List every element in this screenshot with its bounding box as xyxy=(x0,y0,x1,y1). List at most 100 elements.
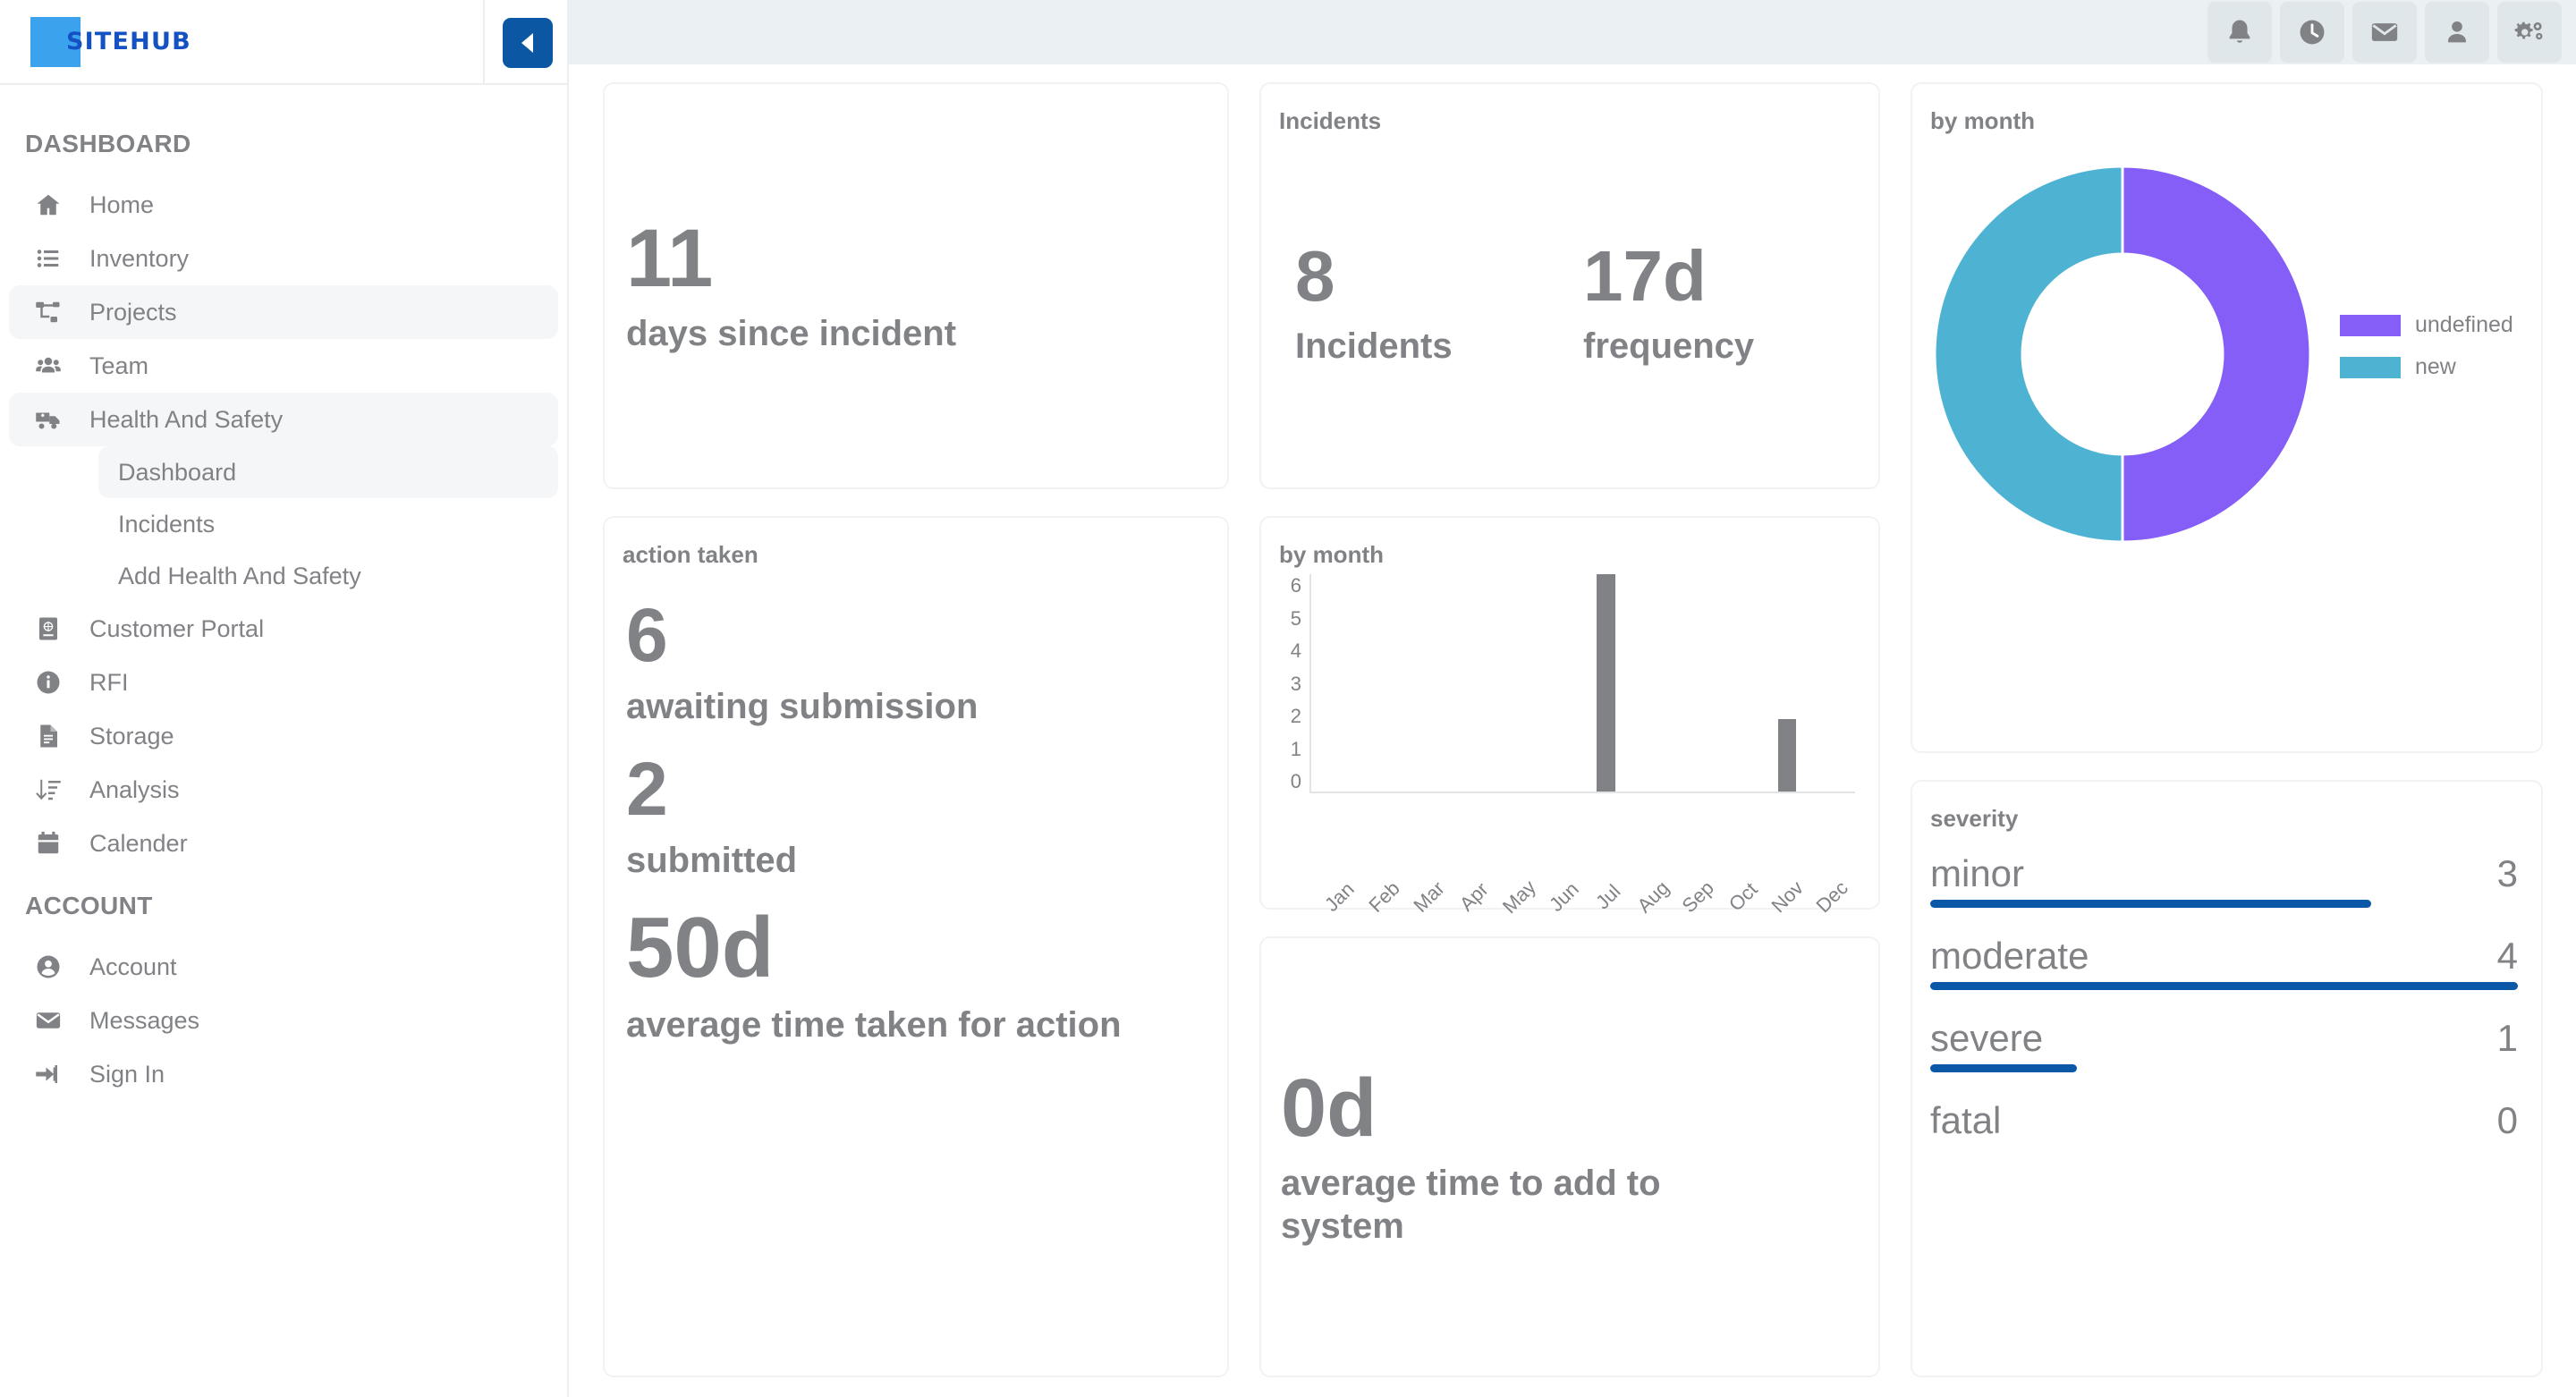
list-icon xyxy=(30,241,66,276)
severity-bar-track xyxy=(1930,900,2518,908)
severity-count: 1 xyxy=(2496,1017,2518,1059)
sidebar-subitem-label: Dashboard xyxy=(118,458,237,486)
bar-chart-bar[interactable] xyxy=(1777,719,1797,792)
bar-chart-y-tick: 3 xyxy=(1290,672,1301,695)
sidebar-item-rfi[interactable]: RFI xyxy=(9,656,558,709)
severity-label: severe xyxy=(1930,1017,2044,1059)
bar-chart-x-tick: Apr xyxy=(1454,877,1493,916)
sidebar-header-divider xyxy=(483,0,485,83)
calendar-icon xyxy=(30,826,66,861)
project-tree-icon xyxy=(30,294,66,330)
people-icon xyxy=(30,348,66,384)
incidents-frequency-label: frequency xyxy=(1583,326,1755,366)
sidebar-header: SITEHUB xyxy=(0,0,567,85)
avg-action-time-value: 50d xyxy=(626,900,775,995)
bar-chart-y-axis: 6 5 4 3 2 1 0 xyxy=(1279,574,1309,793)
sidebar-item-label: Health And Safety xyxy=(89,405,284,433)
sidebar-item-health-and-safety[interactable]: Health And Safety xyxy=(9,393,558,446)
info-icon xyxy=(30,665,66,700)
nav-section-title-dashboard: DASHBOARD xyxy=(25,130,191,157)
severity-bar-track xyxy=(1930,982,2518,990)
bar-chart-y-tick: 5 xyxy=(1290,606,1301,630)
sidebar-item-label: Messages xyxy=(89,1006,200,1034)
bar-chart-bar[interactable] xyxy=(1597,574,1615,792)
sidebar-item-label: Projects xyxy=(89,298,177,326)
sidebar-subitem-add-health-and-safety[interactable]: Add Health And Safety xyxy=(98,550,558,602)
donut-segment[interactable] xyxy=(2121,165,2312,544)
bar-chart-bar-slot xyxy=(1674,574,1719,792)
days-since-incident-value: 11 xyxy=(626,212,714,304)
bar-chart-y-tick: 6 xyxy=(1290,574,1301,597)
sidebar-subitem-dashboard[interactable]: Dashboard xyxy=(98,446,558,498)
sidebar-item-account[interactable]: Account xyxy=(9,940,558,994)
sidebar-item-label: Home xyxy=(89,190,155,218)
donut-chart-legend: undefined new xyxy=(2340,312,2513,396)
awaiting-submission-value: 6 xyxy=(626,593,668,677)
incidents-by-month-bar-chart-card: by month 6 5 4 3 2 1 0 Jan Feb Mar Apr May Jun Jul Au… xyxy=(1259,516,1880,918)
submitted-value: 2 xyxy=(626,747,668,831)
awaiting-submission-block: 6 awaiting submission xyxy=(626,597,1204,728)
messages-button[interactable] xyxy=(2352,2,2417,63)
days-since-incident-card: 11 days since incident xyxy=(603,82,1229,489)
sign-in-icon xyxy=(30,1056,66,1092)
sidebar-item-storage[interactable]: Storage xyxy=(9,709,558,763)
notifications-button[interactable] xyxy=(2207,2,2272,63)
sidebar-item-inventory[interactable]: Inventory xyxy=(9,232,558,285)
donut-legend-item[interactable]: new xyxy=(2340,354,2513,380)
sidebar-item-customer-portal[interactable]: Customer Portal xyxy=(9,602,558,656)
submitted-label: submitted xyxy=(626,841,798,880)
dashboard-column-2: Incidents 8 Incidents 17d frequency by m… xyxy=(1259,82,1880,1377)
sort-analysis-icon xyxy=(30,772,66,808)
sidebar-item-messages[interactable]: Messages xyxy=(9,994,558,1047)
legend-swatch xyxy=(2340,356,2401,378)
severity-row: moderate 4 xyxy=(1930,935,2518,990)
severity-row: severe 1 xyxy=(1930,1017,2518,1072)
history-button[interactable] xyxy=(2280,2,2344,63)
collapse-sidebar-button[interactable] xyxy=(503,18,553,68)
incidents-count-value: 8 xyxy=(1295,236,1335,316)
severity-label: minor xyxy=(1930,852,2025,894)
incidents-count-block: 8 Incidents xyxy=(1279,241,1567,368)
action-taken-card: action taken 6 awaiting submission 2 sub… xyxy=(603,516,1229,1377)
settings-button[interactable] xyxy=(2497,2,2562,63)
profile-button[interactable] xyxy=(2425,2,2489,63)
severity-row: fatal 0 xyxy=(1930,1099,2518,1155)
severity-count: 3 xyxy=(2496,852,2518,894)
donut-legend-item[interactable]: undefined xyxy=(2340,312,2513,338)
bar-chart-x-tick: Oct xyxy=(1724,877,1762,916)
chevron-left-icon xyxy=(521,33,533,53)
sidebar-item-label: Sign In xyxy=(89,1060,165,1088)
sidebar-subitem-label: Add Health And Safety xyxy=(118,562,361,589)
donut-chart-title: by month xyxy=(1930,107,2035,134)
app-root: SITEHUB DASHBOARD Home Inventory Project… xyxy=(0,0,2576,1397)
sidebar-item-analysis[interactable]: Analysis xyxy=(9,763,558,817)
sidebar-item-team[interactable]: Team xyxy=(9,339,558,393)
sidebar-item-calender[interactable]: Calender xyxy=(9,817,558,870)
sidebar-item-sign-in[interactable]: Sign In xyxy=(9,1047,558,1101)
bar-chart-plot-area xyxy=(1309,574,1855,793)
severity-bar-track xyxy=(1930,1064,2518,1072)
sidebar-nav: DASHBOARD Home Inventory Projects Team H… xyxy=(0,85,567,1101)
bar-chart-bar-slot xyxy=(1311,574,1357,792)
bar-chart-title: by month xyxy=(1279,541,1384,568)
sidebar-item-label: Storage xyxy=(89,722,174,749)
severity-count: 0 xyxy=(2496,1099,2518,1141)
legend-swatch xyxy=(2340,314,2401,336)
sidebar-item-home[interactable]: Home xyxy=(9,178,558,232)
sidebar-item-label: Analysis xyxy=(89,775,180,803)
bell-icon xyxy=(2229,20,2250,43)
bar-chart-x-tick: Dec xyxy=(1811,876,1853,918)
severity-label: fatal xyxy=(1930,1099,2002,1141)
incidents-frequency-block: 17d frequency xyxy=(1567,241,1855,368)
donut-segment[interactable] xyxy=(1933,165,2124,544)
bar-chart-x-tick: Aug xyxy=(1632,876,1674,918)
avg-action-time-label: average time taken for action xyxy=(626,1005,1122,1045)
sidebar-subitem-incidents[interactable]: Incidents xyxy=(98,498,558,550)
avg-time-to-add-value: 0d xyxy=(1281,1062,1377,1154)
sidebar-item-label: Account xyxy=(89,952,177,980)
topbar xyxy=(569,0,2576,64)
bar-chart-bar-slot xyxy=(1629,574,1674,792)
submitted-block: 2 submitted xyxy=(626,751,1204,882)
sidebar-item-projects[interactable]: Projects xyxy=(9,285,558,339)
bar-chart-bar-slot xyxy=(1357,574,1402,792)
